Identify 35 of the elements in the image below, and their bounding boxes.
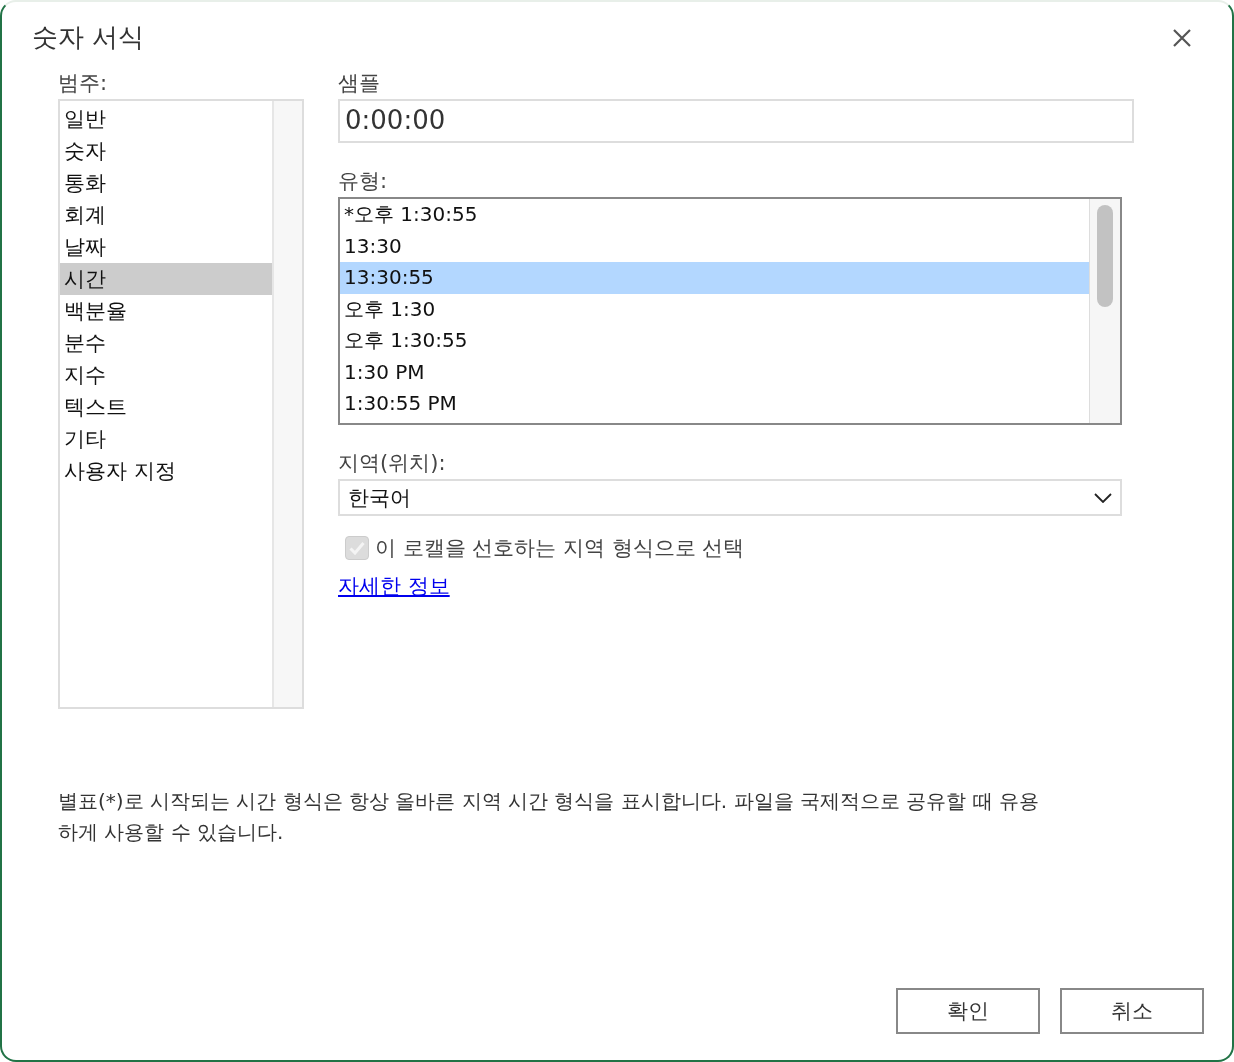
chevron-down-icon xyxy=(1094,492,1112,503)
category-label: 범주: xyxy=(58,70,109,97)
checkbox-label: 이 로캘을 선호하는 지역 형식으로 선택 xyxy=(375,535,745,562)
type-item[interactable]: 1:30:55 PM xyxy=(340,388,1089,420)
scrollbar-thumb[interactable] xyxy=(1097,205,1113,307)
type-item[interactable]: 오후 1:30 xyxy=(340,293,1089,325)
category-item[interactable]: 회계 xyxy=(60,199,272,231)
category-item[interactable]: 기타 xyxy=(60,423,272,455)
type-item[interactable]: 13:30:55 xyxy=(340,262,1089,294)
category-item[interactable]: 날짜 xyxy=(60,231,272,263)
locale-dropdown[interactable]: 한국어 xyxy=(338,479,1122,516)
category-item[interactable]: 숫자 xyxy=(60,135,272,167)
category-item[interactable]: 지수 xyxy=(60,359,272,391)
type-item[interactable]: *오후 1:30:55 xyxy=(340,199,1089,231)
close-icon xyxy=(1172,27,1192,48)
locale-label: 지역(위치): xyxy=(338,450,447,477)
category-item[interactable]: 백분율 xyxy=(60,295,272,327)
cancel-button[interactable]: 취소 xyxy=(1060,988,1204,1034)
category-item[interactable]: 분수 xyxy=(60,327,272,359)
category-item[interactable]: 텍스트 xyxy=(60,391,272,423)
description-text: 별표(*)로 시작되는 시간 형식은 항상 올바른 지역 시간 형식을 표시합니다. 파일을 국제적으로 공유할 때 유용하게 사용할 수 있습니다. xyxy=(58,788,1040,846)
checkmark-icon xyxy=(349,541,365,555)
category-item[interactable]: 일반 xyxy=(60,103,272,135)
ok-button[interactable]: 확인 xyxy=(896,988,1040,1034)
category-item[interactable]: 사용자 지정 xyxy=(60,455,272,487)
sample-field: 0:00:00 xyxy=(338,99,1134,143)
dialog-title: 숫자 서식 xyxy=(32,21,145,54)
type-item[interactable]: 13:30 xyxy=(340,230,1089,262)
type-label: 유형: xyxy=(338,168,389,195)
category-item[interactable]: 통화 xyxy=(60,167,272,199)
sample-label: 샘플 xyxy=(338,70,381,97)
type-item[interactable]: 오후 1:30:55 xyxy=(340,325,1089,357)
category-item[interactable]: 시간 xyxy=(60,263,272,295)
type-item[interactable]: 1:30 PM xyxy=(340,356,1089,388)
more-info-link[interactable]: 자세한 정보 xyxy=(338,572,450,600)
